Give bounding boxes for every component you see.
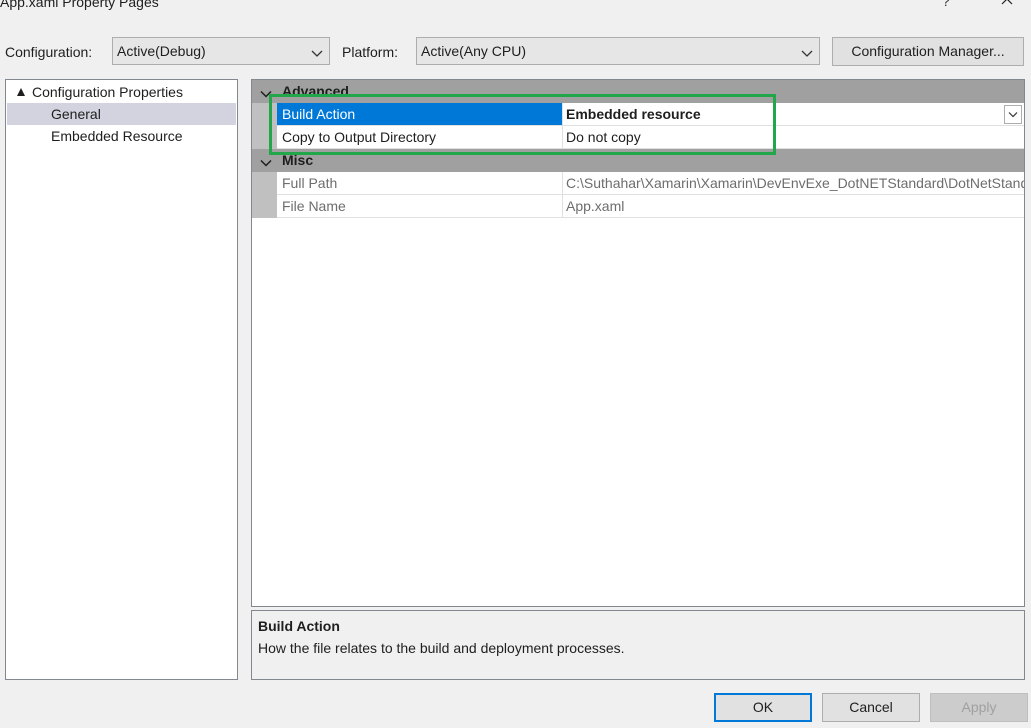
value-dropdown-button[interactable] xyxy=(1004,105,1022,124)
chevron-down-icon xyxy=(311,46,323,57)
property-row-build-action[interactable]: Build Action Embedded resource xyxy=(252,103,1024,126)
collapse-chevron-icon[interactable] xyxy=(260,155,272,167)
property-grid: Advanced Build Action Embedded resource … xyxy=(251,79,1025,607)
configuration-row: Configuration: Active(Debug) Platform: A… xyxy=(0,37,1031,67)
property-row-file-name[interactable]: File Name App.xaml xyxy=(252,195,1024,218)
title-bar: App.xaml Property Pages ? xyxy=(0,0,1031,14)
property-name[interactable]: Build Action xyxy=(277,103,563,126)
property-name[interactable]: Full Path xyxy=(277,172,563,195)
platform-label: Platform: xyxy=(342,44,399,60)
category-misc[interactable]: Misc xyxy=(252,149,1024,172)
configuration-label: Configuration: xyxy=(5,44,93,60)
collapse-chevron-icon[interactable] xyxy=(260,86,272,98)
description-title: Build Action xyxy=(258,618,340,634)
description-panel: Build Action How the file relates to the… xyxy=(251,610,1025,680)
tree-item-label: General xyxy=(51,106,101,122)
tree-item-label: Embedded Resource xyxy=(51,128,183,144)
cancel-button[interactable]: Cancel xyxy=(822,693,920,722)
platform-dropdown[interactable]: Active(Any CPU) xyxy=(416,37,820,65)
tree-item-embedded-resource[interactable]: Embedded Resource xyxy=(7,125,236,147)
ok-button[interactable]: OK xyxy=(714,693,812,722)
configuration-dropdown[interactable]: Active(Debug) xyxy=(112,37,330,65)
chevron-down-icon xyxy=(801,46,813,57)
row-gutter xyxy=(252,103,277,126)
category-advanced[interactable]: Advanced xyxy=(252,80,1024,103)
property-value[interactable]: App.xaml xyxy=(563,195,1024,218)
row-gutter xyxy=(252,195,277,218)
configuration-manager-button[interactable]: Configuration Manager... xyxy=(832,37,1024,66)
property-value[interactable]: Do not copy xyxy=(563,126,1024,149)
description-text: How the file relates to the build and de… xyxy=(258,640,625,656)
category-name: Advanced xyxy=(282,83,349,99)
configuration-value: Active(Debug) xyxy=(117,43,206,59)
close-icon[interactable] xyxy=(993,0,1021,12)
property-value[interactable]: Embedded resource xyxy=(563,103,1024,126)
property-name[interactable]: Copy to Output Directory xyxy=(277,126,563,149)
platform-value: Active(Any CPU) xyxy=(421,43,527,59)
row-gutter xyxy=(252,172,277,195)
property-row-copy-to-output[interactable]: Copy to Output Directory Do not copy xyxy=(252,126,1024,149)
property-name[interactable]: File Name xyxy=(277,195,563,218)
expand-triangle-icon[interactable] xyxy=(17,88,25,96)
apply-button[interactable]: Apply xyxy=(930,693,1028,722)
tree-item-general[interactable]: General xyxy=(7,103,236,125)
tree-item-label: Configuration Properties xyxy=(32,84,183,100)
property-row-full-path[interactable]: Full Path C:\Suthahar\Xamarin\Xamarin\De… xyxy=(252,172,1024,195)
row-gutter xyxy=(252,126,277,149)
property-value[interactable]: C:\Suthahar\Xamarin\Xamarin\DevEnvExe_Do… xyxy=(563,172,1024,195)
window-title: App.xaml Property Pages xyxy=(0,0,159,10)
category-tree: Configuration Properties General Embedde… xyxy=(5,79,238,680)
tree-item-configuration-properties[interactable]: Configuration Properties xyxy=(7,81,236,103)
category-name: Misc xyxy=(282,152,314,168)
help-button[interactable]: ? xyxy=(942,0,950,9)
